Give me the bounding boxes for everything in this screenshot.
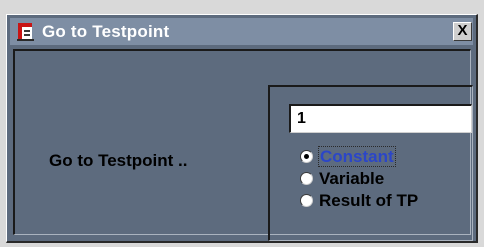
radio-selected-dot (304, 154, 309, 159)
dialog-window: Go to Testpoint X Go to Testpoint .. Con… (6, 14, 478, 243)
radio-button-icon[interactable] (300, 150, 313, 163)
radio-button-icon[interactable] (300, 172, 313, 185)
app-window-icon (17, 22, 35, 41)
prompt-label: Go to Testpoint .. (49, 151, 188, 170)
dialog-body: Go to Testpoint .. Constant Variable Res… (13, 49, 473, 241)
testpoint-input[interactable] (289, 104, 472, 133)
window-title: Go to Testpoint (42, 22, 170, 41)
close-button[interactable]: X (453, 22, 472, 41)
title-bar[interactable]: Go to Testpoint X (10, 18, 473, 45)
radio-label-result-of-tp: Result of TP (319, 191, 419, 210)
radio-button-icon[interactable] (300, 194, 313, 207)
radio-label-constant: Constant (318, 146, 396, 167)
close-icon: X (457, 22, 468, 39)
radio-label-variable: Variable (319, 169, 385, 188)
testpoint-group: Constant Variable Result of TP (268, 85, 473, 241)
